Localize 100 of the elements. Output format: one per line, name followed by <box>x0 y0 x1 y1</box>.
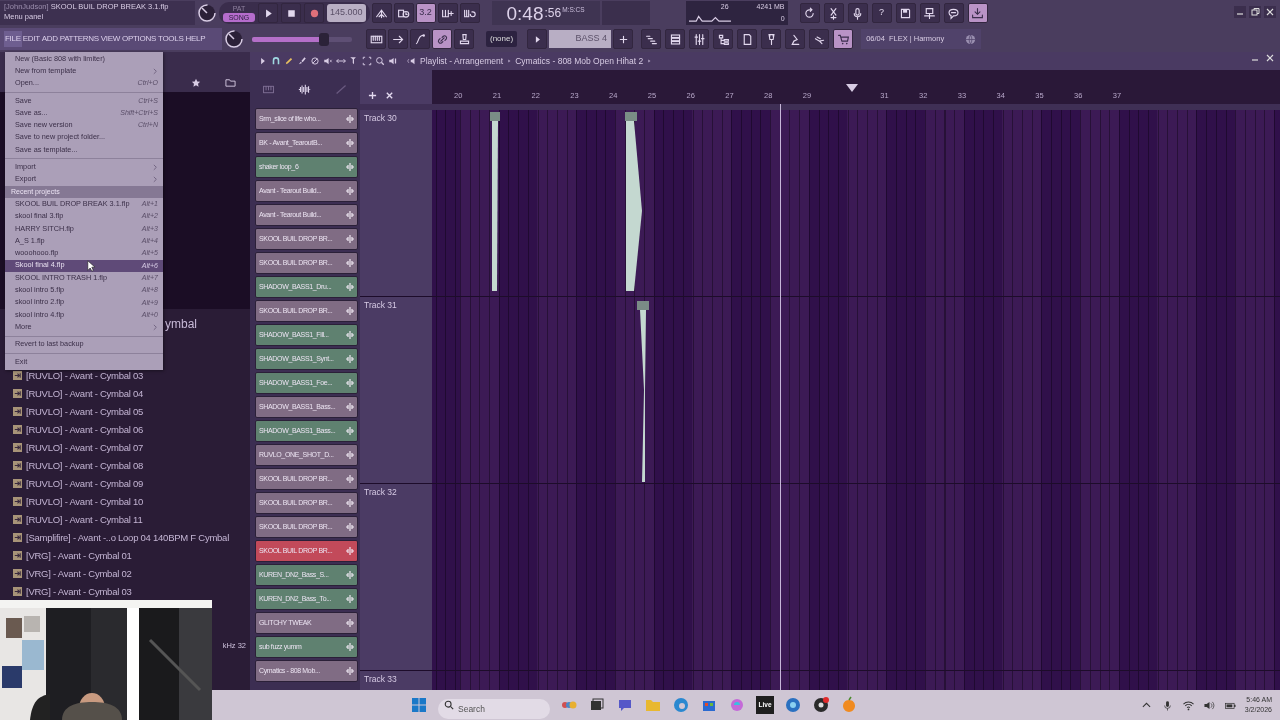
audio-file-icon <box>13 569 22 579</box>
waveform-icon[interactable] <box>298 82 312 96</box>
mute-icon[interactable] <box>323 56 333 66</box>
browser-item[interactable]: ymbal <box>165 315 197 334</box>
magnet-icon[interactable] <box>271 56 281 66</box>
document-button[interactable] <box>737 29 758 49</box>
tree-button[interactable] <box>713 29 734 49</box>
scissors-button[interactable] <box>823 3 844 23</box>
previous-button[interactable] <box>527 29 548 49</box>
menu-item[interactable]: HELP <box>184 31 207 47</box>
close-icon[interactable] <box>385 91 394 100</box>
browser-item[interactable]: [VRG] - Avant - Cymbal 01 <box>26 548 132 564</box>
play-button[interactable] <box>258 3 278 23</box>
menu-item[interactable]: VIEW <box>99 31 122 47</box>
waveform-icon <box>346 259 354 267</box>
breadcrumb-item[interactable]: Cymatics - 808 Mob Open Hihat 2 <box>515 54 644 68</box>
windows-logo-icon[interactable] <box>410 696 428 714</box>
browser-item[interactable]: [Samplifire] - Avant -..o Loop 04 140BPM F Cymbal <box>26 530 229 546</box>
link-button[interactable] <box>432 29 452 49</box>
slip-icon[interactable] <box>336 56 346 66</box>
audio-file-icon <box>13 461 22 471</box>
add-button[interactable] <box>613 29 634 49</box>
slider-thumb[interactable] <box>319 32 329 46</box>
close-icon[interactable] <box>1264 52 1276 64</box>
chat-button[interactable] <box>943 3 964 23</box>
download-button[interactable] <box>967 3 988 23</box>
restore-icon[interactable] <box>1249 6 1261 18</box>
waveform-icon <box>346 499 354 507</box>
menu-item[interactable]: EDIT <box>21 31 41 47</box>
folder-icon[interactable] <box>225 76 236 88</box>
audio-clip[interactable] <box>637 301 649 483</box>
track-header[interactable]: Track 32 <box>360 484 432 670</box>
menu-item[interactable]: PATTERNS <box>58 31 100 47</box>
pattern-selector[interactable]: BASS 4 <box>549 30 612 48</box>
audio-clip[interactable] <box>625 112 643 292</box>
browser-item[interactable]: [RUVLO] - Avant - Cymbal 07 <box>26 440 144 456</box>
curve-button[interactable] <box>410 29 430 49</box>
stamp-button[interactable] <box>454 29 474 49</box>
help-button[interactable]: ? <box>871 3 892 23</box>
refresh-button[interactable] <box>799 3 820 23</box>
speaker-icon[interactable] <box>407 56 417 66</box>
knob[interactable] <box>197 3 217 23</box>
track-header[interactable]: Track 33 <box>360 671 432 690</box>
browser-item[interactable]: [RUVLO] - Avant - Cymbal 11 <box>26 512 143 528</box>
wifi-icon[interactable] <box>1181 698 1195 712</box>
track-header[interactable]: Track 31 <box>360 297 432 483</box>
loop-button[interactable] <box>459 3 480 23</box>
cart-button[interactable] <box>833 29 854 49</box>
record-button[interactable] <box>304 3 324 23</box>
browser-item[interactable]: [RUVLO] - Avant - Cymbal 06 <box>26 422 144 438</box>
close-icon[interactable] <box>1264 6 1276 18</box>
microphone-button[interactable] <box>847 3 868 23</box>
star-icon[interactable] <box>191 77 201 88</box>
waveform-icon <box>346 451 354 459</box>
record-app-icon[interactable] <box>812 696 830 714</box>
browser-item[interactable]: [VRG] - Avant - Cymbal 02 <box>26 566 132 582</box>
waveform-icon <box>346 619 354 627</box>
breadcrumb-item[interactable]: Playlist - Arrangement <box>420 54 504 68</box>
search-field[interactable]: Search <box>438 699 550 719</box>
browser-item[interactable]: [RUVLO] - Avant - Cymbal 04 <box>26 386 144 402</box>
clock-button[interactable] <box>393 3 414 23</box>
no-icon[interactable] <box>310 56 320 66</box>
menu-item[interactable]: FILE <box>4 31 22 47</box>
browser-item[interactable]: [RUVLO] - Avant - Cymbal 05 <box>26 404 144 420</box>
waveform-icon <box>346 115 354 123</box>
snap-selector[interactable]: (none) <box>486 31 518 47</box>
minimize-icon[interactable] <box>1234 6 1246 18</box>
browser-item[interactable]: [RUVLO] - Avant - Cymbal 08 <box>26 458 144 474</box>
curve-icon <box>413 32 427 46</box>
step-button[interactable] <box>437 3 458 23</box>
stop-button[interactable] <box>281 3 301 23</box>
zoom-icon[interactable] <box>375 56 385 66</box>
browser-item[interactable]: [RUVLO] - Avant - Cymbal 10 <box>26 494 144 510</box>
save-button[interactable] <box>895 3 916 23</box>
steps-button[interactable] <box>641 29 662 49</box>
list-button[interactable] <box>665 29 686 49</box>
arrow-button[interactable] <box>388 29 408 49</box>
browser-item[interactable]: [RUVLO] - Avant - Cymbal 09 <box>26 476 144 492</box>
mixer-button[interactable] <box>689 29 710 49</box>
selection-icon[interactable] <box>362 56 372 66</box>
menu-item[interactable]: ADD <box>40 31 59 47</box>
piano-button[interactable] <box>366 29 386 49</box>
track-header[interactable]: Track 30 <box>360 110 432 296</box>
knob[interactable] <box>224 29 244 49</box>
browser-item[interactable]: [VRG] - Avant - Cymbal 03 <box>26 584 132 600</box>
waveform-icon <box>346 643 354 651</box>
browser-icon[interactable] <box>784 696 802 714</box>
menu-item[interactable]: OPTIONS <box>121 31 157 47</box>
peak-button[interactable] <box>371 3 392 23</box>
audio-clip[interactable] <box>490 112 500 292</box>
speaker-icon[interactable] <box>388 56 398 66</box>
plug-button[interactable] <box>761 29 782 49</box>
plus-icon[interactable] <box>368 91 377 100</box>
brush-icon[interactable] <box>297 56 307 66</box>
tempo-display[interactable]: 145.000 <box>327 4 366 22</box>
audio-file-icon <box>13 479 22 489</box>
menu-item[interactable]: TOOLS <box>157 31 185 47</box>
pencil-icon[interactable] <box>284 56 294 66</box>
browser-item[interactable]: [RUVLO] - Avant - Cymbal 03 <box>26 368 144 384</box>
countdown-button[interactable]: 3.2 <box>415 3 436 23</box>
